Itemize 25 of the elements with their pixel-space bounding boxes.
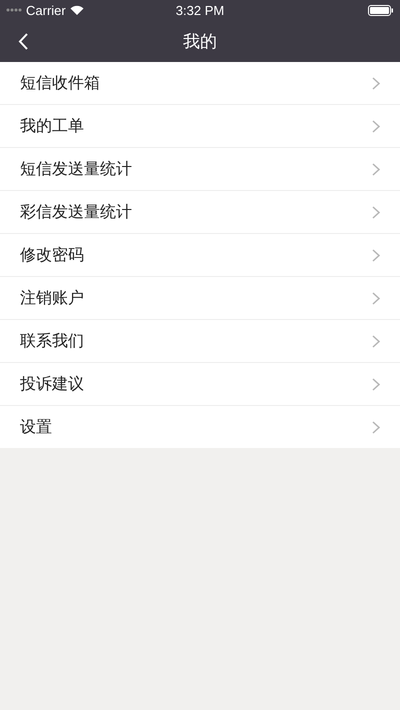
chevron-icon [372,120,380,132]
chevron-icon [372,248,380,262]
battery-icon [368,4,394,16]
chevron-icon [372,420,380,434]
chevron-icon [372,76,380,90]
menu-item[interactable]: 短信发送量统计 [0,148,400,191]
menu-item[interactable]: 修改密码 [0,234,400,277]
menu-item[interactable]: 短信收件箱 [0,62,400,105]
back-icon[interactable] [18,33,28,50]
wifi-icon [70,5,84,15]
menu-item[interactable]: 我的工单 [0,105,400,148]
menu-item[interactable]: 注销账户 [0,277,400,320]
clock-time: 3:32 PM [176,2,224,18]
chevron-icon [372,292,380,304]
chevron-icon [372,378,380,390]
chevron-icon [372,162,380,176]
menu-item[interactable]: 联系我们 [0,320,400,363]
chevron-icon [372,206,380,218]
menu-item[interactable]: 彩信发送量统计 [0,191,400,234]
menu-item[interactable]: 设置 [0,406,400,448]
page-title: 我的 [183,30,217,52]
chevron-icon [372,334,380,348]
carrier-name: Carrier [26,2,66,18]
signal-icon [6,8,22,12]
menu-item[interactable]: 投诉建议 [0,363,400,406]
